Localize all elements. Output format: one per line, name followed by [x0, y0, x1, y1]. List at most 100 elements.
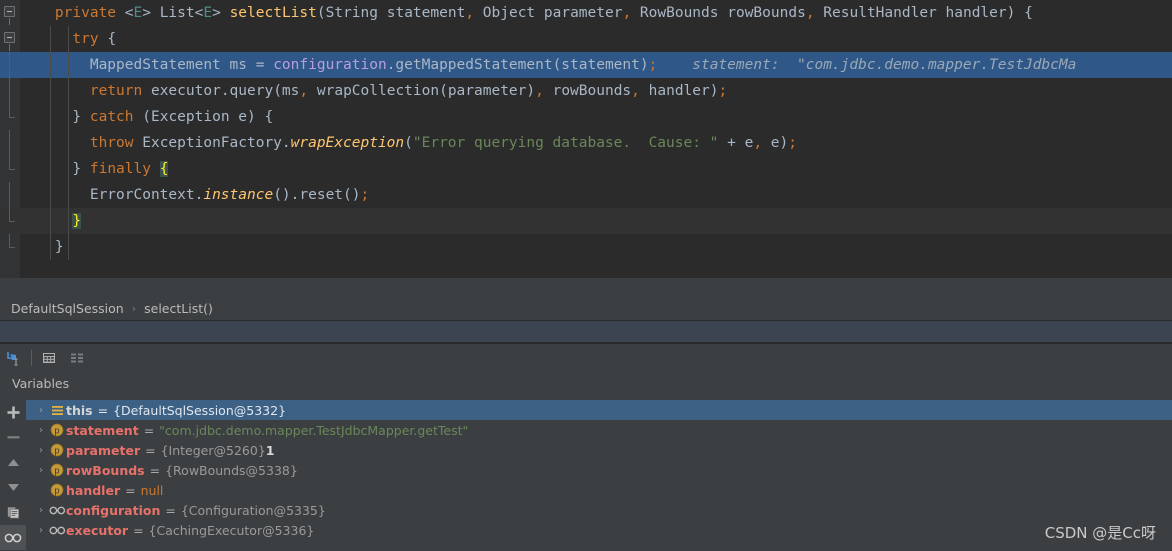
expand-chevron-icon[interactable]: › [34, 460, 48, 480]
code-token: E [203, 5, 213, 21]
tab-variables[interactable]: Variables [12, 376, 69, 391]
fold-column[interactable] [0, 0, 20, 26]
line-finally[interactable]: } finally { [0, 156, 1172, 182]
code-lines[interactable]: private <E> List<E> selectList(String st… [0, 0, 1172, 278]
line-throw[interactable]: throw ExceptionFactory.wrapException("Er… [0, 130, 1172, 156]
var-parameter[interactable]: › p parameter = {Integer@5260} 1 [26, 440, 1172, 460]
variable-value: null [140, 482, 164, 498]
line-mappedstatement[interactable]: MappedStatement ms = configuration.getMa… [0, 52, 1172, 78]
fold-end-marker[interactable] [9, 234, 15, 248]
code-token: throw [89, 135, 134, 151]
fold-collapse-icon[interactable] [4, 6, 15, 25]
remove-watch-button[interactable] [0, 425, 26, 450]
fold-end-marker[interactable] [9, 104, 15, 118]
expand-chevron-icon[interactable]: › [34, 440, 48, 460]
parameter-icon: p [48, 463, 66, 477]
variable-name: handler [66, 482, 121, 498]
variables-tabbar[interactable]: Variables [0, 372, 1172, 400]
code-token: { [159, 161, 169, 177]
group-by-icon[interactable] [63, 345, 91, 371]
code-token: ; [788, 135, 798, 151]
variable-value: {CachingExecutor@5336} [148, 522, 315, 538]
move-up-button[interactable] [0, 450, 26, 475]
fold-column[interactable] [0, 104, 20, 130]
var-statement[interactable]: › p statement = "com.jdbc.demo.mapper.TestJd… [26, 420, 1172, 440]
fold-column[interactable] [0, 78, 20, 104]
field-icon [49, 506, 65, 514]
code-token: return [89, 83, 143, 99]
expand-chevron-icon[interactable]: › [34, 520, 48, 540]
variable-name: executor [66, 522, 129, 538]
indent-guide [68, 182, 69, 208]
var-executor[interactable]: › executor = {CachingExecutor@5336} [26, 520, 1172, 540]
fold-column[interactable] [0, 234, 20, 260]
expand-chevron-icon[interactable]: › [34, 500, 48, 520]
code-token: reset [299, 187, 344, 203]
debugger-toolbar[interactable] [0, 344, 1172, 372]
line-catch[interactable]: } catch (Exception e) { [0, 104, 1172, 130]
arrow-down-icon [7, 484, 19, 491]
parameter-icon: p [50, 423, 64, 437]
code-token: , [753, 135, 763, 151]
fold-column[interactable] [0, 156, 20, 182]
breadcrumb-item-class[interactable]: DefaultSqlSession [11, 301, 124, 316]
parameter-icon: p [48, 483, 66, 497]
fold-line [9, 52, 10, 78]
var-configuration[interactable]: › configuration = {Configuration@5335} [26, 500, 1172, 520]
add-watch-button[interactable] [0, 400, 26, 425]
var-rowbounds[interactable]: › p rowBounds = {RowBounds@5338} [26, 460, 1172, 480]
code-token: Exception [150, 109, 230, 125]
fold-end-marker[interactable] [9, 156, 15, 170]
watermark: CSDN @是Cc呀 [1044, 524, 1156, 542]
parameter-icon: p [48, 423, 66, 437]
var-handler[interactable]: p handler = null [26, 480, 1172, 500]
line-try[interactable]: try { [0, 26, 1172, 52]
jump-to-source-icon[interactable] [0, 345, 28, 371]
fold-column[interactable] [0, 52, 20, 78]
equals-sign: = [97, 402, 109, 418]
line-close-try[interactable]: } [0, 208, 1172, 234]
code-token: ; [718, 83, 728, 99]
breadcrumb[interactable]: DefaultSqlSession › selectList() [0, 296, 1172, 320]
breadcrumb-item-method[interactable]: selectList() [144, 301, 213, 316]
variables-left-toolbar[interactable] [0, 400, 26, 551]
plus-icon [7, 406, 19, 419]
field-icon [48, 505, 66, 516]
line-close-method[interactable]: } [0, 234, 1172, 260]
line-errorcontext[interactable]: ErrorContext.instance().reset(); [0, 182, 1172, 208]
expand-chevron-icon[interactable]: › [34, 400, 48, 420]
code-token: statement [378, 5, 466, 21]
code-token: < [124, 5, 134, 21]
panel-divider[interactable] [0, 320, 1172, 343]
fold-column[interactable] [0, 182, 20, 208]
fold-end-marker[interactable] [9, 208, 15, 222]
code-token: Object [474, 5, 536, 21]
table-view-icon[interactable] [35, 345, 63, 371]
equals-sign: = [125, 482, 136, 498]
line-return[interactable]: return executor.query(ms, wrapCollection… [0, 78, 1172, 104]
line-signature[interactable]: private <E> List<E> selectList(String st… [0, 0, 1172, 26]
code-editor[interactable]: private <E> List<E> selectList(String st… [0, 0, 1172, 278]
code-token: } [54, 239, 64, 255]
fold-column[interactable] [0, 130, 20, 156]
move-down-button[interactable] [0, 475, 26, 500]
var-this[interactable]: › this = {DefaultSqlSession@5332} [26, 400, 1172, 420]
fold-collapse-icon[interactable] [4, 32, 15, 51]
fold-column[interactable] [0, 26, 20, 52]
expand-chevron-icon[interactable]: › [34, 420, 48, 440]
code-token: , [535, 83, 544, 99]
indent-guide [50, 52, 51, 78]
copy-value-button[interactable] [0, 500, 26, 525]
frame-icon [51, 405, 63, 415]
watches-glasses-icon [4, 533, 22, 542]
variables-tree[interactable]: › this = {DefaultSqlSession@5332} › p statemen… [26, 400, 1172, 551]
code-token: executor [142, 83, 221, 99]
minus-icon [7, 436, 19, 439]
code-token: ( [316, 5, 326, 21]
editor-horizontal-scrollbar-track[interactable] [0, 278, 1172, 298]
watches-toggle-button[interactable] [0, 525, 26, 550]
fold-column[interactable] [0, 208, 20, 234]
